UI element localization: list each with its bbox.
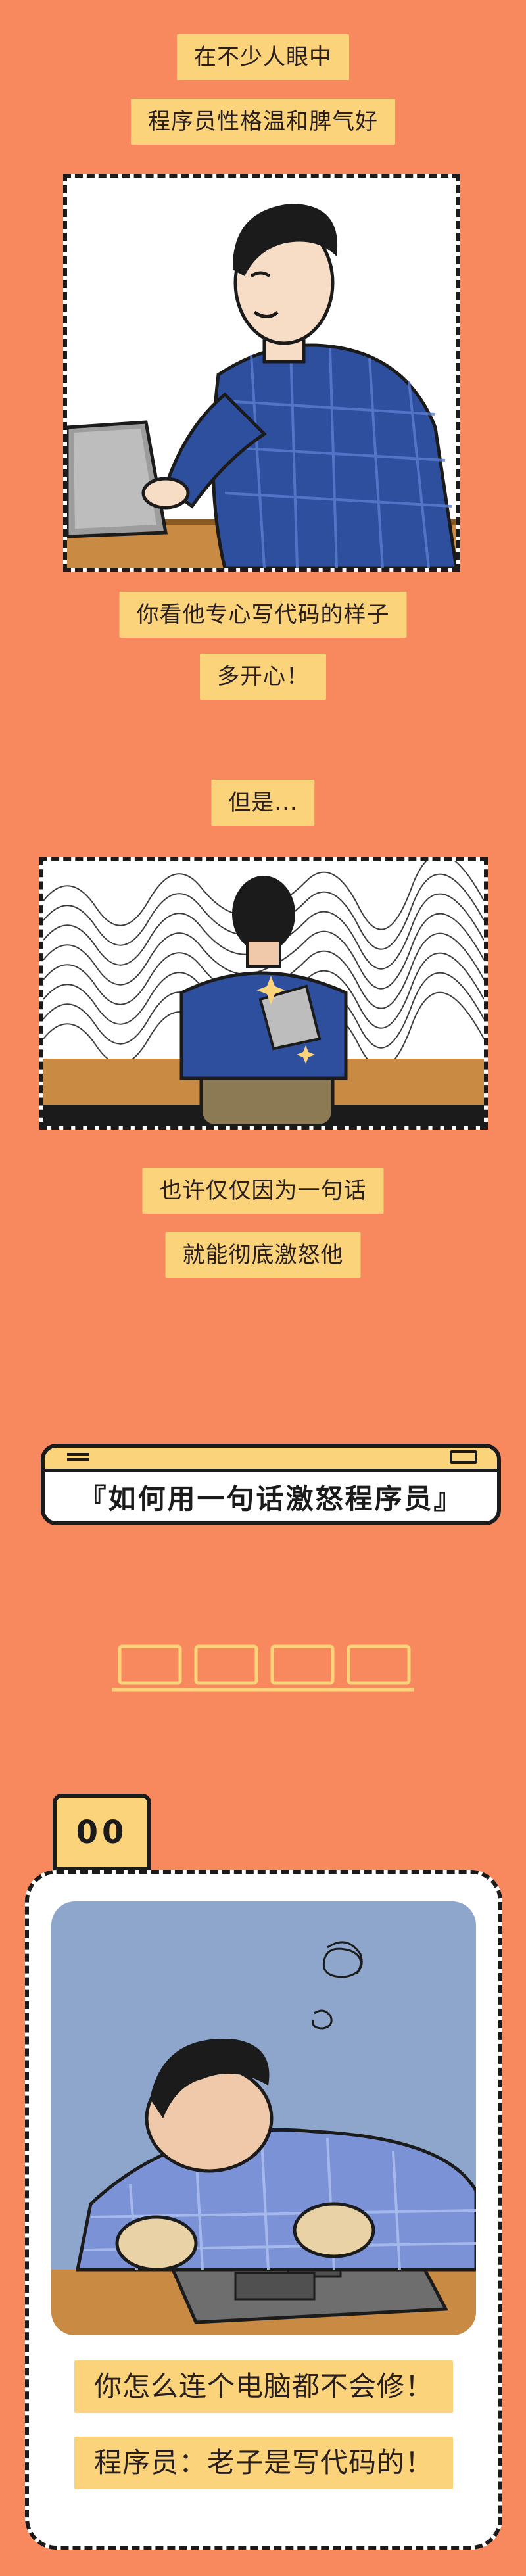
caption-9: 程序员：老子是写代码的！ bbox=[74, 2437, 454, 2489]
title-banner: 『如何用一句话激怒程序员』 bbox=[41, 1444, 501, 1525]
banner-topbar bbox=[45, 1448, 497, 1472]
caption-4: 多开心！ bbox=[200, 654, 326, 700]
caption-8: 你怎么连个电脑都不会修！ bbox=[74, 2360, 454, 2413]
caption-6: 也许仅仅因为一句话 bbox=[142, 1168, 384, 1214]
repair-laptop-image bbox=[51, 1901, 476, 2335]
caption-2: 程序员性格温和脾气好 bbox=[131, 99, 395, 145]
menu-icon bbox=[67, 1453, 89, 1456]
programmer-typing-image bbox=[67, 178, 456, 568]
illustration-programmer-typing bbox=[63, 174, 460, 572]
caption-7: 就能彻底激怒他 bbox=[165, 1232, 361, 1278]
section-number-tab: 00 bbox=[53, 1794, 151, 1871]
programmer-back-image bbox=[43, 861, 484, 1126]
title-text: 『如何用一句话激怒程序员』 bbox=[78, 1483, 464, 1515]
caption-1: 在不少人眼中 bbox=[177, 34, 349, 80]
illustration-programmer-back bbox=[39, 857, 488, 1130]
window-icon bbox=[450, 1450, 477, 1464]
laptop-icons-row bbox=[112, 1644, 414, 1696]
laptop-icons bbox=[112, 1644, 414, 1692]
caption-5: 但是... bbox=[211, 780, 315, 826]
section-00-card: 你怎么连个电脑都不会修！ 程序员：老子是写代码的！ bbox=[25, 1870, 502, 2550]
illustration-repair-laptop bbox=[51, 1901, 476, 2335]
caption-3: 你看他专心写代码的样子 bbox=[119, 592, 407, 638]
